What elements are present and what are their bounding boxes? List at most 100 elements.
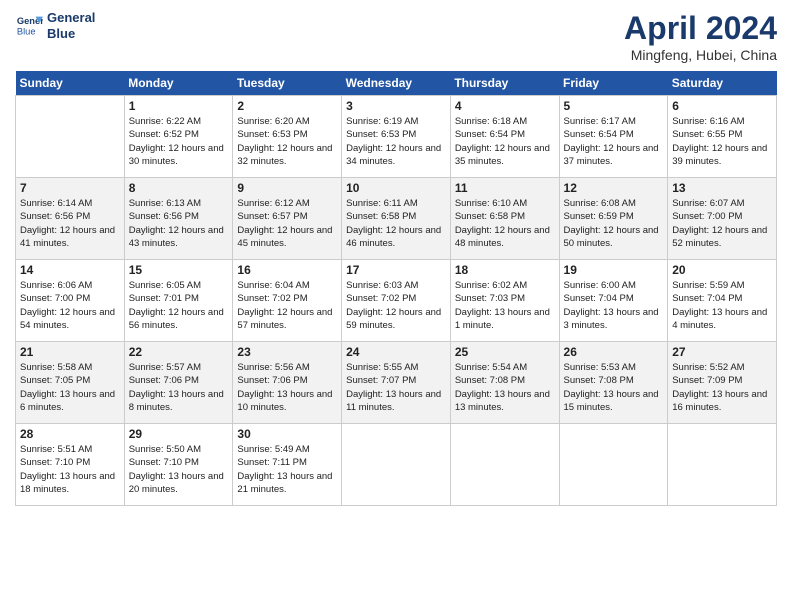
week-row-1: 1 Sunrise: 6:22 AMSunset: 6:52 PMDayligh… [16,96,777,178]
day-cell: 9 Sunrise: 6:12 AMSunset: 6:57 PMDayligh… [233,178,342,260]
day-info: Sunrise: 5:52 AMSunset: 7:09 PMDaylight:… [672,361,772,414]
col-header-saturday: Saturday [668,71,777,96]
day-cell [342,424,451,506]
day-cell: 23 Sunrise: 5:56 AMSunset: 7:06 PMDaylig… [233,342,342,424]
day-number: 5 [564,99,664,113]
logo: General Blue General Blue [15,10,95,41]
day-number: 2 [237,99,337,113]
day-info: Sunrise: 6:10 AMSunset: 6:58 PMDaylight:… [455,197,555,250]
day-number: 8 [129,181,229,195]
col-header-monday: Monday [124,71,233,96]
day-info: Sunrise: 6:12 AMSunset: 6:57 PMDaylight:… [237,197,337,250]
day-cell: 29 Sunrise: 5:50 AMSunset: 7:10 PMDaylig… [124,424,233,506]
logo-text: General Blue [47,10,95,41]
day-info: Sunrise: 6:00 AMSunset: 7:04 PMDaylight:… [564,279,664,332]
day-info: Sunrise: 5:50 AMSunset: 7:10 PMDaylight:… [129,443,229,496]
day-number: 9 [237,181,337,195]
day-number: 27 [672,345,772,359]
day-cell [559,424,668,506]
day-info: Sunrise: 5:56 AMSunset: 7:06 PMDaylight:… [237,361,337,414]
day-info: Sunrise: 6:17 AMSunset: 6:54 PMDaylight:… [564,115,664,168]
title-block: April 2024 Mingfeng, Hubei, China [624,10,777,63]
day-info: Sunrise: 6:07 AMSunset: 7:00 PMDaylight:… [672,197,772,250]
day-info: Sunrise: 6:22 AMSunset: 6:52 PMDaylight:… [129,115,229,168]
logo-icon: General Blue [15,12,43,40]
day-number: 28 [20,427,120,441]
day-cell: 27 Sunrise: 5:52 AMSunset: 7:09 PMDaylig… [668,342,777,424]
day-number: 21 [20,345,120,359]
day-number: 12 [564,181,664,195]
day-cell: 11 Sunrise: 6:10 AMSunset: 6:58 PMDaylig… [450,178,559,260]
day-cell: 7 Sunrise: 6:14 AMSunset: 6:56 PMDayligh… [16,178,125,260]
week-row-2: 7 Sunrise: 6:14 AMSunset: 6:56 PMDayligh… [16,178,777,260]
day-cell: 25 Sunrise: 5:54 AMSunset: 7:08 PMDaylig… [450,342,559,424]
day-cell: 18 Sunrise: 6:02 AMSunset: 7:03 PMDaylig… [450,260,559,342]
day-info: Sunrise: 6:05 AMSunset: 7:01 PMDaylight:… [129,279,229,332]
day-cell: 4 Sunrise: 6:18 AMSunset: 6:54 PMDayligh… [450,96,559,178]
day-cell: 2 Sunrise: 6:20 AMSunset: 6:53 PMDayligh… [233,96,342,178]
day-info: Sunrise: 6:11 AMSunset: 6:58 PMDaylight:… [346,197,446,250]
day-cell: 8 Sunrise: 6:13 AMSunset: 6:56 PMDayligh… [124,178,233,260]
day-cell: 21 Sunrise: 5:58 AMSunset: 7:05 PMDaylig… [16,342,125,424]
day-cell: 26 Sunrise: 5:53 AMSunset: 7:08 PMDaylig… [559,342,668,424]
day-info: Sunrise: 6:18 AMSunset: 6:54 PMDaylight:… [455,115,555,168]
calendar-table: SundayMondayTuesdayWednesdayThursdayFrid… [15,71,777,506]
day-number: 14 [20,263,120,277]
day-cell [450,424,559,506]
day-number: 6 [672,99,772,113]
day-cell [668,424,777,506]
day-info: Sunrise: 6:16 AMSunset: 6:55 PMDaylight:… [672,115,772,168]
day-number: 29 [129,427,229,441]
week-row-4: 21 Sunrise: 5:58 AMSunset: 7:05 PMDaylig… [16,342,777,424]
day-number: 16 [237,263,337,277]
day-cell: 3 Sunrise: 6:19 AMSunset: 6:53 PMDayligh… [342,96,451,178]
day-info: Sunrise: 6:03 AMSunset: 7:02 PMDaylight:… [346,279,446,332]
day-number: 7 [20,181,120,195]
day-number: 11 [455,181,555,195]
day-cell: 28 Sunrise: 5:51 AMSunset: 7:10 PMDaylig… [16,424,125,506]
location: Mingfeng, Hubei, China [624,47,777,63]
day-cell: 13 Sunrise: 6:07 AMSunset: 7:00 PMDaylig… [668,178,777,260]
svg-text:Blue: Blue [17,26,36,36]
day-number: 3 [346,99,446,113]
week-row-5: 28 Sunrise: 5:51 AMSunset: 7:10 PMDaylig… [16,424,777,506]
day-number: 10 [346,181,446,195]
day-cell: 17 Sunrise: 6:03 AMSunset: 7:02 PMDaylig… [342,260,451,342]
day-info: Sunrise: 6:08 AMSunset: 6:59 PMDaylight:… [564,197,664,250]
day-cell: 20 Sunrise: 5:59 AMSunset: 7:04 PMDaylig… [668,260,777,342]
day-info: Sunrise: 6:20 AMSunset: 6:53 PMDaylight:… [237,115,337,168]
col-header-thursday: Thursday [450,71,559,96]
day-info: Sunrise: 6:13 AMSunset: 6:56 PMDaylight:… [129,197,229,250]
day-info: Sunrise: 5:51 AMSunset: 7:10 PMDaylight:… [20,443,120,496]
day-cell: 19 Sunrise: 6:00 AMSunset: 7:04 PMDaylig… [559,260,668,342]
week-row-3: 14 Sunrise: 6:06 AMSunset: 7:00 PMDaylig… [16,260,777,342]
day-info: Sunrise: 5:58 AMSunset: 7:05 PMDaylight:… [20,361,120,414]
day-cell: 22 Sunrise: 5:57 AMSunset: 7:06 PMDaylig… [124,342,233,424]
day-number: 26 [564,345,664,359]
day-cell: 1 Sunrise: 6:22 AMSunset: 6:52 PMDayligh… [124,96,233,178]
day-cell: 14 Sunrise: 6:06 AMSunset: 7:00 PMDaylig… [16,260,125,342]
day-cell: 15 Sunrise: 6:05 AMSunset: 7:01 PMDaylig… [124,260,233,342]
month-title: April 2024 [624,10,777,47]
header: General Blue General Blue April 2024 Min… [15,10,777,63]
day-info: Sunrise: 6:04 AMSunset: 7:02 PMDaylight:… [237,279,337,332]
day-cell: 24 Sunrise: 5:55 AMSunset: 7:07 PMDaylig… [342,342,451,424]
day-cell: 5 Sunrise: 6:17 AMSunset: 6:54 PMDayligh… [559,96,668,178]
day-info: Sunrise: 5:55 AMSunset: 7:07 PMDaylight:… [346,361,446,414]
day-number: 18 [455,263,555,277]
day-number: 15 [129,263,229,277]
day-number: 4 [455,99,555,113]
main-container: General Blue General Blue April 2024 Min… [0,0,792,516]
day-info: Sunrise: 6:02 AMSunset: 7:03 PMDaylight:… [455,279,555,332]
col-header-tuesday: Tuesday [233,71,342,96]
day-cell: 30 Sunrise: 5:49 AMSunset: 7:11 PMDaylig… [233,424,342,506]
day-number: 20 [672,263,772,277]
day-cell: 12 Sunrise: 6:08 AMSunset: 6:59 PMDaylig… [559,178,668,260]
day-info: Sunrise: 6:19 AMSunset: 6:53 PMDaylight:… [346,115,446,168]
col-header-wednesday: Wednesday [342,71,451,96]
day-info: Sunrise: 5:57 AMSunset: 7:06 PMDaylight:… [129,361,229,414]
day-info: Sunrise: 5:54 AMSunset: 7:08 PMDaylight:… [455,361,555,414]
day-number: 23 [237,345,337,359]
day-number: 22 [129,345,229,359]
day-info: Sunrise: 5:53 AMSunset: 7:08 PMDaylight:… [564,361,664,414]
